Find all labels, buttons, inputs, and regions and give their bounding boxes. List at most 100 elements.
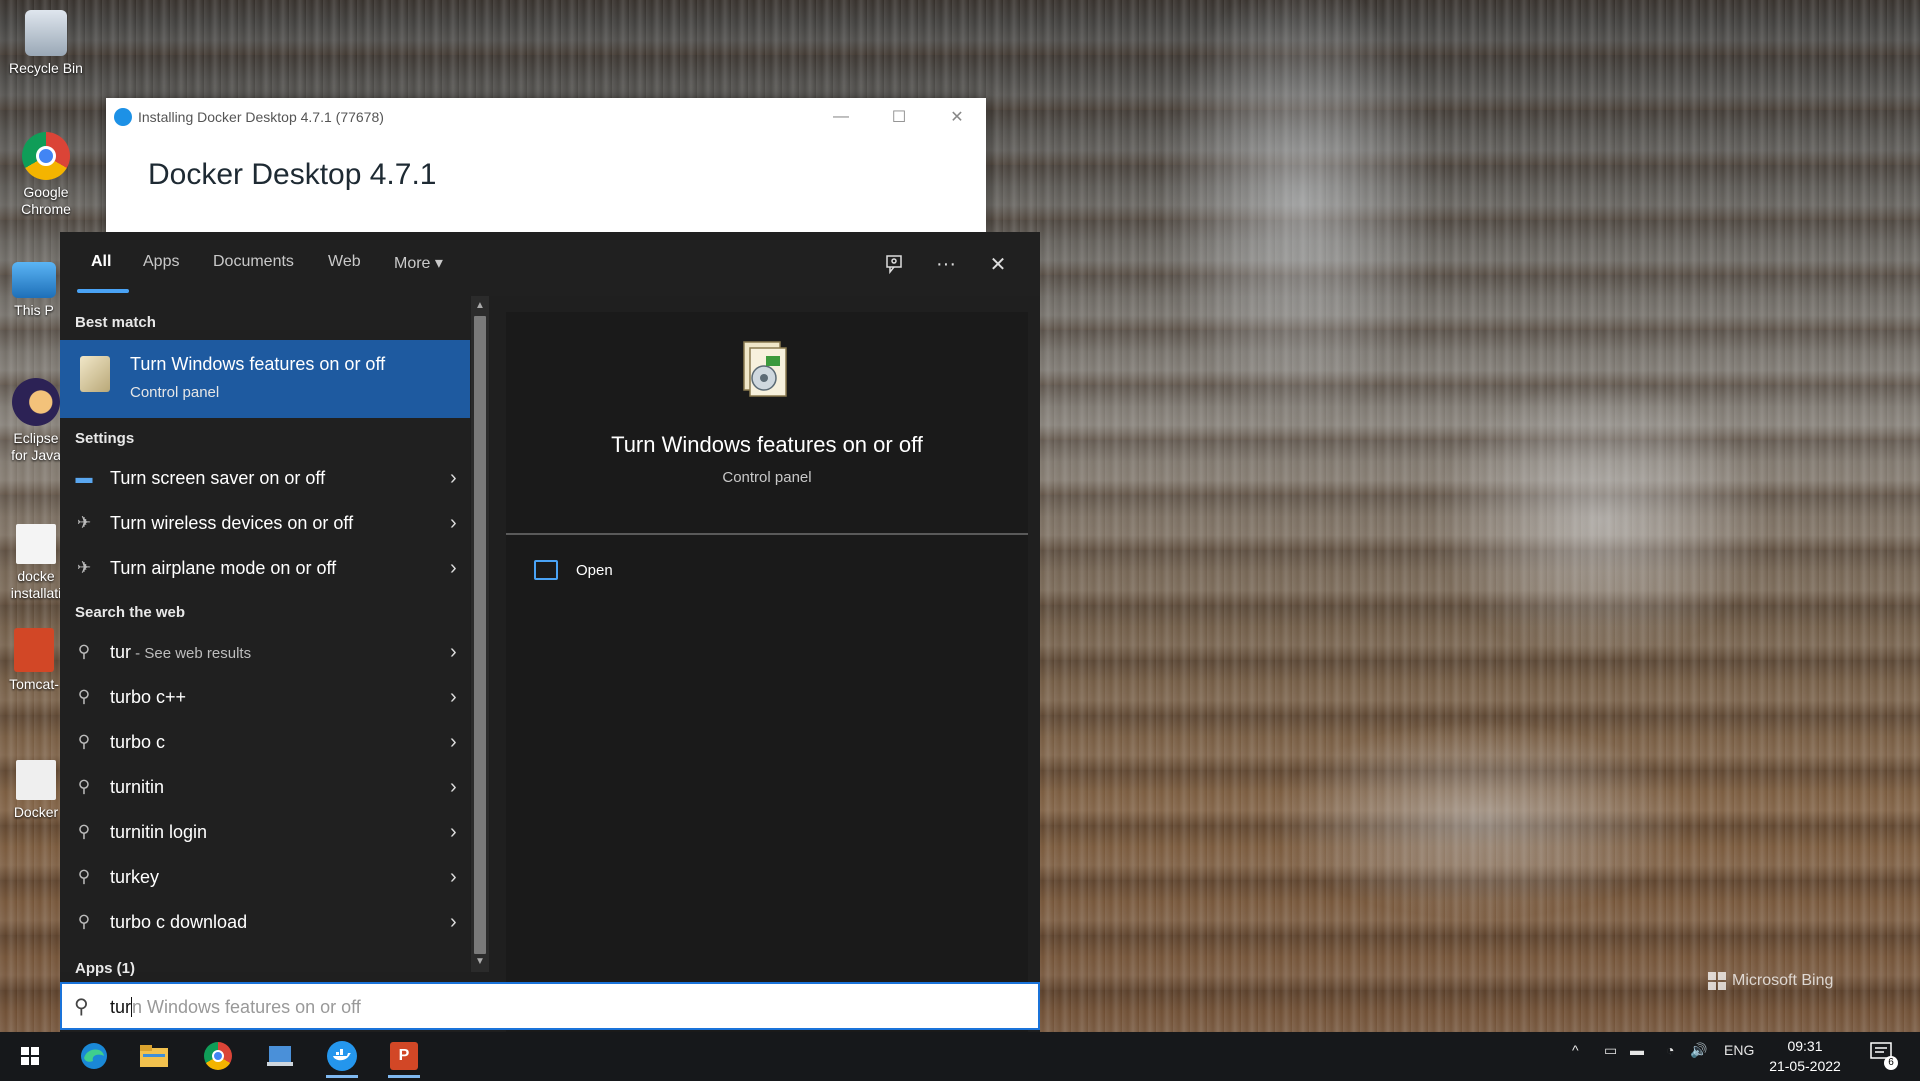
search-icon: ⚲ xyxy=(77,822,91,841)
open-icon xyxy=(534,560,558,580)
chevron-right-icon[interactable]: › xyxy=(450,911,457,934)
open-action[interactable]: Open xyxy=(534,558,734,586)
volume-icon[interactable]: 🔊 xyxy=(1690,1042,1707,1059)
search-query: turn Windows features on or off xyxy=(110,997,361,1017)
close-button[interactable]: ✕ xyxy=(928,98,986,136)
powerpoint-icon[interactable]: P xyxy=(380,1038,428,1078)
docker-installer-window[interactable]: Installing Docker Desktop 4.7.1 (77678) … xyxy=(106,98,986,236)
chevron-right-icon[interactable]: › xyxy=(450,641,457,664)
chevron-right-icon[interactable]: › xyxy=(450,512,457,535)
settings-header: Settings xyxy=(75,430,135,447)
chevron-right-icon[interactable]: › xyxy=(450,686,457,709)
apps-header: Apps (1) xyxy=(75,960,135,977)
tray-overflow-chevron[interactable]: ^ xyxy=(1572,1042,1579,1058)
web-result-item[interactable]: ⚲ turnitin login › xyxy=(60,812,470,854)
best-match-highlight xyxy=(60,340,470,418)
search-icon: ⚲ xyxy=(77,912,91,931)
maximize-button[interactable]: ☐ xyxy=(870,98,928,136)
search-icon: ⚲ xyxy=(74,996,89,1018)
bing-watermark: Microsoft Bing xyxy=(1708,972,1833,990)
docker-whale-icon[interactable] xyxy=(318,1038,366,1078)
search-icon: ⚲ xyxy=(77,777,91,796)
web-result-item[interactable]: ⚲ turkey › xyxy=(60,857,470,899)
search-input[interactable]: ⚲ turn Windows features on or off xyxy=(60,982,1040,1030)
airplane-icon: ✈ xyxy=(76,558,92,577)
chevron-right-icon[interactable]: › xyxy=(450,467,457,490)
web-result-see-web-results[interactable]: ⚲ tur - See web results › xyxy=(60,632,470,674)
settings-item-screen-saver[interactable]: ▬ Turn screen saver on or off › xyxy=(60,458,470,500)
search-icon: ⚲ xyxy=(77,867,91,886)
open-label: Open xyxy=(576,562,613,579)
preview-title: Turn Windows features on or off xyxy=(611,432,923,457)
windows-features-icon xyxy=(743,341,787,397)
wifi-icon[interactable]: ◔ xyxy=(1666,1042,1674,1058)
powerpoint-icon xyxy=(14,628,54,672)
language-indicator[interactable]: ENG xyxy=(1724,1042,1754,1058)
close-icon[interactable]: ✕ xyxy=(982,248,1014,280)
clock-time: 09:31 xyxy=(1787,1038,1823,1054)
file-explorer-icon[interactable] xyxy=(130,1038,178,1074)
windows-features-icon xyxy=(80,356,110,392)
docker-app-icon[interactable] xyxy=(256,1038,304,1074)
web-result-item[interactable]: ⚲ turnitin › xyxy=(60,767,470,809)
airplane-icon: ✈ xyxy=(76,513,92,532)
recycle-bin-icon xyxy=(25,10,67,56)
chevron-right-icon[interactable]: › xyxy=(450,557,457,580)
document-icon xyxy=(16,524,56,564)
minimize-button[interactable]: — xyxy=(812,98,870,136)
notification-count: 6 xyxy=(1884,1056,1898,1070)
scroll-down-icon[interactable]: ▼ xyxy=(474,956,486,968)
settings-item-airplane-mode[interactable]: ✈ Turn airplane mode on or off › xyxy=(60,548,470,590)
preview-subtitle: Control panel xyxy=(722,469,812,486)
web-result-item[interactable]: ⚲ turbo c › xyxy=(60,722,470,764)
search-icon: ⚲ xyxy=(77,687,91,706)
installer-title: Installing Docker Desktop 4.7.1 (77678) xyxy=(138,109,384,125)
search-icon: ⚲ xyxy=(77,642,91,661)
active-tab-indicator xyxy=(77,289,129,293)
eclipse-icon xyxy=(12,378,60,426)
notification-center-icon[interactable]: 6 xyxy=(1870,1042,1898,1070)
feedback-icon[interactable] xyxy=(878,248,910,280)
best-match-title: Turn Windows features on or off xyxy=(130,354,386,374)
taskbar: P ^ ▭ ▬ ◔ 🔊 ENG 09:31 21-05-2022 6 xyxy=(0,1032,1920,1081)
results-scrollbar[interactable]: ▲ ▼ xyxy=(471,296,489,972)
document-icon xyxy=(16,760,56,800)
desktop-icon-recycle-bin[interactable]: Recycle Bin xyxy=(0,10,92,77)
docker-icon xyxy=(114,108,132,126)
chevron-right-icon[interactable]: › xyxy=(450,776,457,799)
start-search-panel: All Apps Documents Web More ▾ ··· ✕ Best… xyxy=(60,232,1040,1032)
edge-icon[interactable] xyxy=(70,1038,118,1074)
result-preview-pane: Turn Windows features on or off Control … xyxy=(506,312,1028,1032)
tab-more[interactable]: More ▾ xyxy=(394,253,443,273)
this-pc-icon xyxy=(12,262,56,298)
tab-all[interactable]: All xyxy=(91,253,111,271)
settings-item-wireless-devices[interactable]: ✈ Turn wireless devices on or off › xyxy=(60,503,470,545)
scroll-up-icon[interactable]: ▲ xyxy=(474,300,486,312)
desktop-icon-google-chrome[interactable]: Google Chrome xyxy=(0,132,92,218)
installer-heading: Docker Desktop 4.7.1 xyxy=(148,158,437,191)
tab-documents[interactable]: Documents xyxy=(213,253,294,271)
scroll-thumb[interactable] xyxy=(474,316,486,954)
microsoft-logo-icon xyxy=(1708,972,1726,990)
battery-icon[interactable]: ▬ xyxy=(1630,1042,1644,1058)
tab-web[interactable]: Web xyxy=(328,253,361,271)
best-match-item[interactable]: Turn Windows features on or off Control … xyxy=(60,340,470,418)
monitor-icon: ▬ xyxy=(75,468,93,487)
search-web-header: Search the web xyxy=(75,604,186,621)
chrome-icon[interactable] xyxy=(194,1038,242,1074)
installer-window-controls: — ☐ ✕ xyxy=(812,98,986,136)
clock[interactable]: 09:31 21-05-2022 xyxy=(1760,1036,1850,1076)
web-result-item[interactable]: ⚲ turbo c download › xyxy=(60,902,470,944)
web-result-item[interactable]: ⚲ turbo c++ › xyxy=(60,677,470,719)
windows-start-icon[interactable] xyxy=(6,1038,54,1074)
ellipsis-icon[interactable]: ··· xyxy=(930,248,962,280)
search-tabs: All Apps Documents Web More ▾ ··· ✕ xyxy=(60,232,1040,296)
chevron-right-icon[interactable]: › xyxy=(450,731,457,754)
search-icon: ⚲ xyxy=(77,732,91,751)
clock-date: 21-05-2022 xyxy=(1769,1058,1841,1074)
best-match-subtitle: Control panel xyxy=(130,384,220,401)
tab-apps[interactable]: Apps xyxy=(143,253,179,271)
chevron-right-icon[interactable]: › xyxy=(450,866,457,889)
chevron-right-icon[interactable]: › xyxy=(450,821,457,844)
device-icon[interactable]: ▭ xyxy=(1604,1042,1617,1059)
